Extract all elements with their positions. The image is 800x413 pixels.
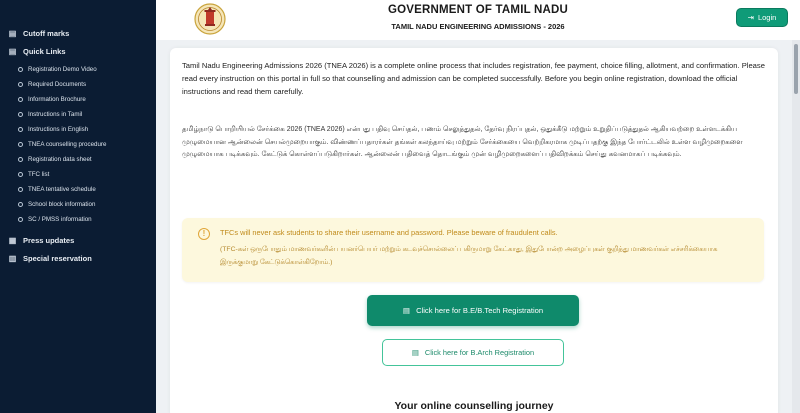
circle-icon — [18, 187, 23, 192]
quick-link-item[interactable]: TNEA tentative schedule — [0, 182, 156, 197]
book-icon: ▤ — [8, 28, 17, 38]
sidebar-item-label: Cutoff marks — [23, 28, 70, 38]
intro-tamil-text: தமிழ்நாடு பொறியியல் சேர்க்கை 2026 (TNEA … — [182, 126, 743, 158]
login-button[interactable]: ⇥ Login — [736, 8, 788, 27]
circle-icon — [18, 67, 23, 72]
warning-tamil-text: (TFC-கள் ஒருபோதும் மாணவர்களின் பயனர்பெயர… — [220, 246, 718, 266]
newspaper-icon: ▦ — [8, 235, 17, 245]
circle-icon — [18, 127, 23, 132]
scrollbar-thumb[interactable] — [794, 44, 798, 94]
page-header: GOVERNMENT OF TAMIL NADU TAMIL NADU ENGI… — [156, 0, 800, 40]
sidebar-item-quick-links[interactable]: ▤ Quick Links — [0, 42, 156, 60]
sidebar-item-special-reservation[interactable]: ▥ Special reservation — [0, 249, 156, 267]
login-icon: ⇥ — [747, 13, 754, 22]
document-icon: ▤ — [402, 306, 411, 315]
sidebar-item-label: Special reservation — [23, 253, 92, 263]
intro-english-text: Tamil Nadu Engineering Admissions 2026 (… — [182, 61, 765, 96]
quick-link-item[interactable]: Instructions in Tamil — [0, 107, 156, 122]
quick-link-item[interactable]: School block information — [0, 197, 156, 212]
quick-link-item[interactable]: Instructions in English — [0, 122, 156, 137]
page-scrollbar[interactable] — [792, 40, 800, 413]
content-card: Tamil Nadu Engineering Admissions 2026 (… — [170, 48, 778, 413]
sidebar: ▤ Cutoff marks ▤ Quick Links Registratio… — [0, 0, 156, 413]
users-icon: ▥ — [8, 253, 17, 263]
quick-link-item[interactable]: Registration data sheet — [0, 152, 156, 167]
be-btech-registration-button[interactable]: ▤ Click here for B.E/B.Tech Registration — [367, 295, 579, 326]
counselling-journey-heading: Your online counselling journey — [394, 400, 554, 412]
warning-english-text: TFCs will never ask students to share th… — [220, 228, 558, 237]
quick-link-item[interactable]: TNEA counselling procedure — [0, 137, 156, 152]
circle-icon — [18, 97, 23, 102]
quick-link-item[interactable]: Registration Demo Video — [0, 62, 156, 77]
circle-icon — [18, 172, 23, 177]
sidebar-item-cutoff-marks[interactable]: ▤ Cutoff marks — [0, 24, 156, 42]
circle-icon — [18, 217, 23, 222]
sidebar-item-label: Press updates — [23, 235, 75, 245]
circle-icon — [18, 142, 23, 147]
circle-icon — [18, 112, 23, 117]
barch-registration-button[interactable]: ▤ Click here for B.Arch Registration — [382, 339, 564, 366]
page-title: GOVERNMENT OF TAMIL NADU — [387, 4, 569, 16]
circle-icon — [18, 82, 23, 87]
sidebar-item-press-updates[interactable]: ▦ Press updates — [0, 231, 156, 249]
circle-icon — [18, 202, 23, 207]
info-icon: ! — [198, 228, 210, 240]
sidebar-item-label: Quick Links — [23, 46, 66, 56]
quick-link-item[interactable]: Required Documents — [0, 77, 156, 92]
quick-links-list: Registration Demo Video Required Documen… — [0, 60, 156, 231]
circle-icon — [18, 157, 23, 162]
quick-link-item[interactable]: Information Brochure — [0, 92, 156, 107]
page-subtitle: TAMIL NADU ENGINEERING ADMISSIONS - 2026 — [391, 22, 565, 31]
quick-link-item[interactable]: SC / PMSS information — [0, 212, 156, 227]
document-icon: ▤ — [411, 348, 419, 357]
quick-link-item[interactable]: TFC list — [0, 167, 156, 182]
book-icon: ▤ — [8, 46, 17, 56]
fraud-warning-alert: ! TFCs will never ask students to share … — [182, 218, 764, 282]
